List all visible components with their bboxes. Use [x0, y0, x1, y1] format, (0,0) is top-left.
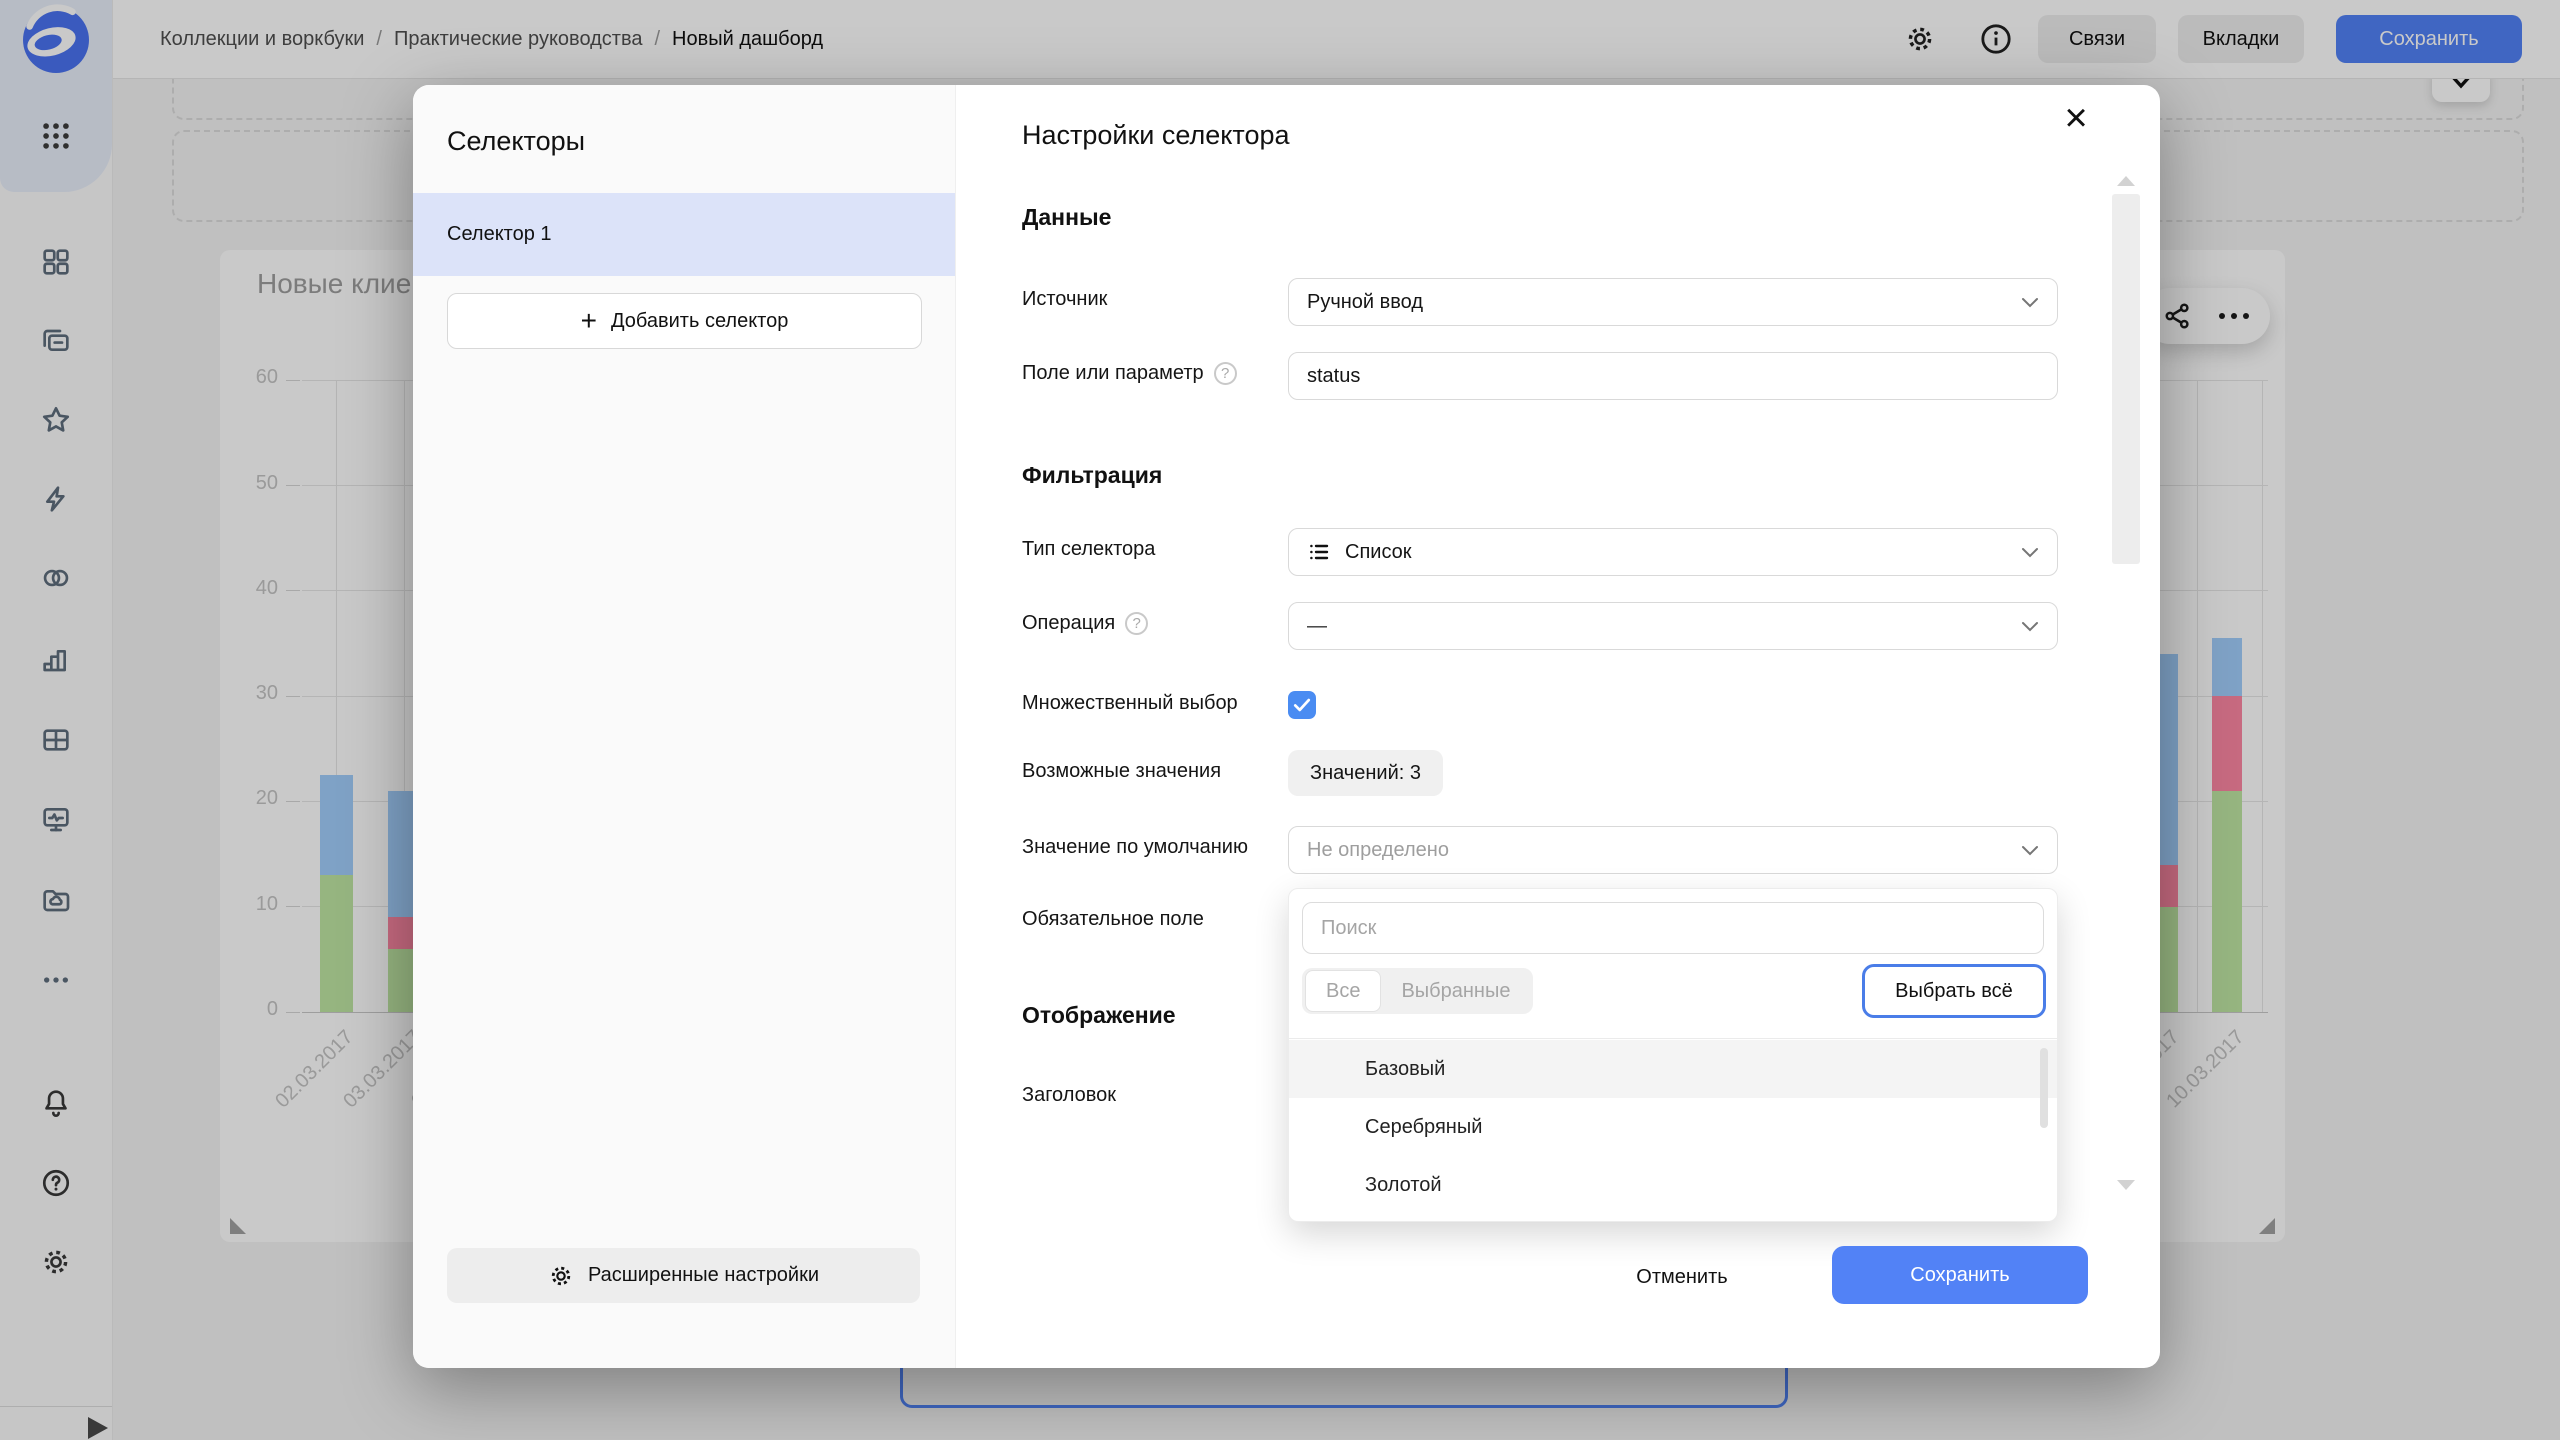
selector-type-label: Тип селектора	[1022, 538, 1155, 561]
operation-label: Операция ?	[1022, 612, 1148, 635]
default-value-select[interactable]: Не определено	[1288, 826, 2058, 874]
dropdown-divider	[1289, 1038, 2057, 1039]
close-icon[interactable]: ×	[2054, 96, 2098, 140]
dropdown-filter-tabs: Все Выбранные	[1302, 968, 1533, 1014]
field-label: Поле или параметр ?	[1022, 362, 1237, 385]
tab-selected[interactable]: Выбранные	[1381, 971, 1530, 1011]
dropdown-search-input[interactable]	[1302, 902, 2044, 954]
title-field-label: Заголовок	[1022, 1084, 1116, 1107]
operation-label-text: Операция	[1022, 612, 1115, 635]
selectors-panel-title: Селекторы	[447, 126, 585, 157]
dropdown-option[interactable]: Серебряный	[1289, 1098, 2057, 1156]
advanced-settings-label: Расширенные настройки	[588, 1264, 819, 1287]
chevron-down-icon	[2021, 547, 2039, 558]
list-icon	[1307, 540, 1331, 564]
scrollbar-thumb[interactable]	[2112, 194, 2140, 564]
dropdown-option[interactable]: Базовый	[1289, 1040, 2057, 1098]
operation-select[interactable]: —	[1288, 602, 2058, 650]
section-filter-header: Фильтрация	[1022, 462, 1162, 489]
tab-all[interactable]: Все	[1305, 970, 1381, 1012]
multi-select-label: Множественный выбор	[1022, 692, 1238, 715]
possible-values-label: Возможные значения	[1022, 760, 1221, 783]
screen: Новые клие 010203040506002.03.201703.03.…	[0, 0, 2560, 1440]
chevron-down-icon	[2021, 845, 2039, 856]
selectors-dialog: Селекторы Селектор 1 + Добавить селектор…	[0, 0, 2560, 1440]
advanced-settings-button[interactable]: Расширенные настройки	[447, 1248, 920, 1303]
multi-select-checkbox[interactable]	[1288, 691, 1316, 719]
field-label-text: Поле или параметр	[1022, 362, 1204, 385]
chevron-down-icon	[2021, 621, 2039, 632]
source-value: Ручной ввод	[1307, 291, 1423, 314]
selector-list-item-label: Селектор 1	[447, 223, 552, 246]
source-label: Источник	[1022, 288, 1107, 311]
chevron-down-icon	[2021, 297, 2039, 308]
operation-value: —	[1307, 615, 1327, 638]
scrollbar-up-arrow-icon[interactable]	[2117, 176, 2135, 186]
add-selector-button[interactable]: + Добавить селектор	[447, 293, 922, 349]
save-selector-button[interactable]: Сохранить	[1832, 1246, 2088, 1304]
gear-icon	[548, 1263, 574, 1289]
add-selector-label: Добавить селектор	[611, 310, 788, 333]
section-display-header: Отображение	[1022, 1002, 1176, 1029]
section-data-header: Данные	[1022, 204, 1111, 231]
settings-title: Настройки селектора	[1022, 120, 1290, 151]
scrollbar-down-arrow-icon[interactable]	[2117, 1180, 2135, 1190]
selector-type-select[interactable]: Список	[1288, 528, 2058, 576]
plus-icon: +	[581, 307, 597, 335]
field-input[interactable]	[1288, 352, 2058, 400]
source-select[interactable]: Ручной ввод	[1288, 278, 2058, 326]
default-value-label: Значение по умолчанию	[1022, 836, 1248, 859]
check-icon	[1293, 697, 1311, 713]
help-question-icon[interactable]: ?	[1125, 612, 1148, 635]
select-all-button[interactable]: Выбрать всё	[1862, 964, 2046, 1018]
values-count-chip[interactable]: Значений: 3	[1288, 750, 1443, 796]
selector-type-value: Список	[1345, 541, 1412, 564]
dropdown-option[interactable]: Золотой	[1289, 1156, 2057, 1214]
dropdown-scrollbar-thumb[interactable]	[2040, 1048, 2048, 1128]
selectors-panel	[413, 85, 956, 1368]
required-field-label: Обязательное поле	[1022, 908, 1204, 931]
cancel-button[interactable]: Отменить	[1608, 1258, 1756, 1296]
default-value-placeholder: Не определено	[1307, 839, 1449, 862]
selector-list-item[interactable]: Селектор 1	[413, 193, 955, 276]
help-question-icon[interactable]: ?	[1214, 362, 1237, 385]
